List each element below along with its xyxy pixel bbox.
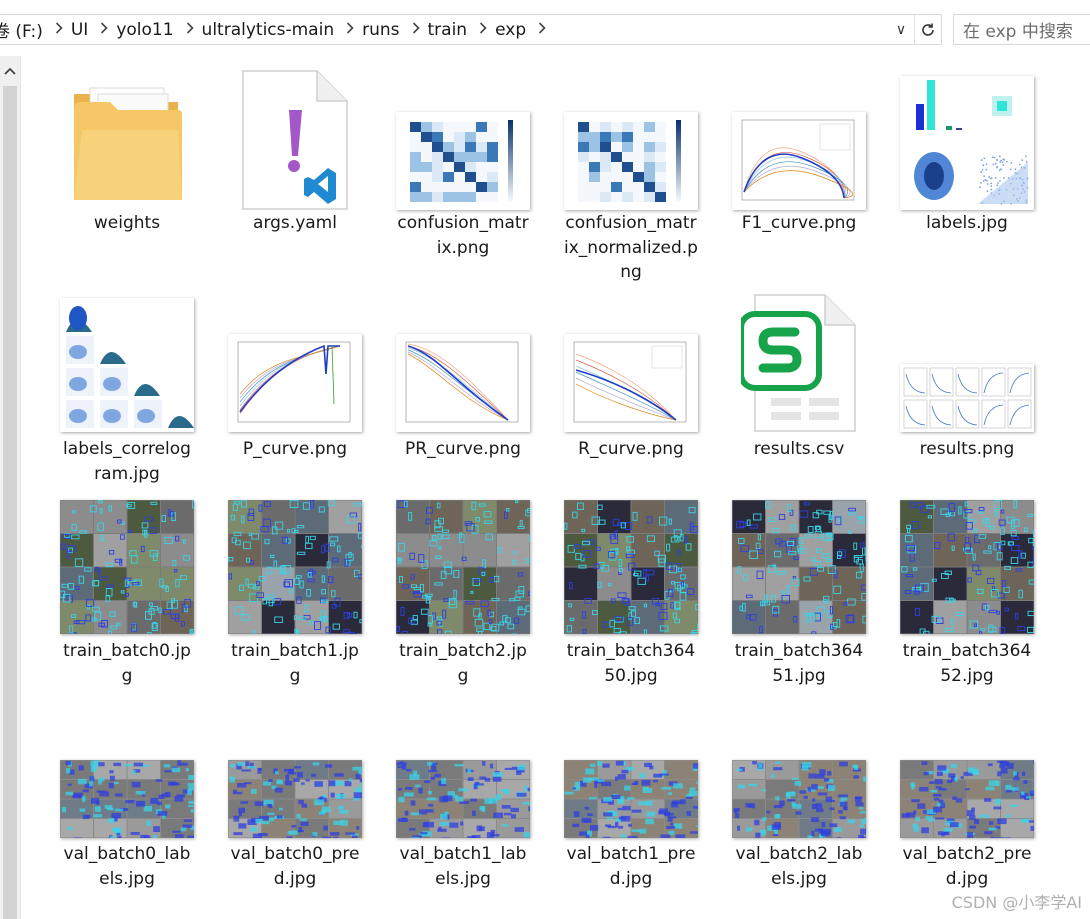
file-item[interactable]: val_batch0_labels.jpg xyxy=(52,0,202,919)
scroll-up-icon[interactable] xyxy=(0,60,20,82)
file-name-label: val_batch1_pred.jpg xyxy=(566,844,696,889)
file-name-label: val_batch0_labels.jpg xyxy=(63,844,191,889)
file-thumbnail xyxy=(396,760,537,843)
nav-pane-scrollbar[interactable] xyxy=(0,56,21,919)
file-item[interactable]: val_batch2_pred.jpg xyxy=(892,0,1043,919)
file-thumbnail xyxy=(900,760,1043,844)
file-thumbnail xyxy=(60,760,202,843)
file-thumbnail xyxy=(732,760,872,842)
file-name-label: val_batch2_pred.jpg xyxy=(902,844,1032,889)
watermark: CSDN @小李学AI xyxy=(951,893,1082,912)
file-thumbnail xyxy=(564,760,707,843)
file-item[interactable]: val_batch2_labels.jpg xyxy=(724,0,874,919)
breadcrumb-item[interactable]: 卷 (F:) xyxy=(0,17,53,42)
file-name-label: val_batch1_labels.jpg xyxy=(399,844,527,889)
scrollbar-thumb[interactable] xyxy=(3,86,17,919)
file-item[interactable]: val_batch1_pred.jpg xyxy=(556,0,707,919)
file-name-label: val_batch0_pred.jpg xyxy=(230,844,360,889)
file-item[interactable]: val_batch1_labels.jpg xyxy=(388,0,538,919)
file-item[interactable]: val_batch0_pred.jpg xyxy=(220,0,370,919)
file-thumbnail xyxy=(228,760,368,842)
file-name-label: val_batch2_labels.jpg xyxy=(735,844,863,889)
